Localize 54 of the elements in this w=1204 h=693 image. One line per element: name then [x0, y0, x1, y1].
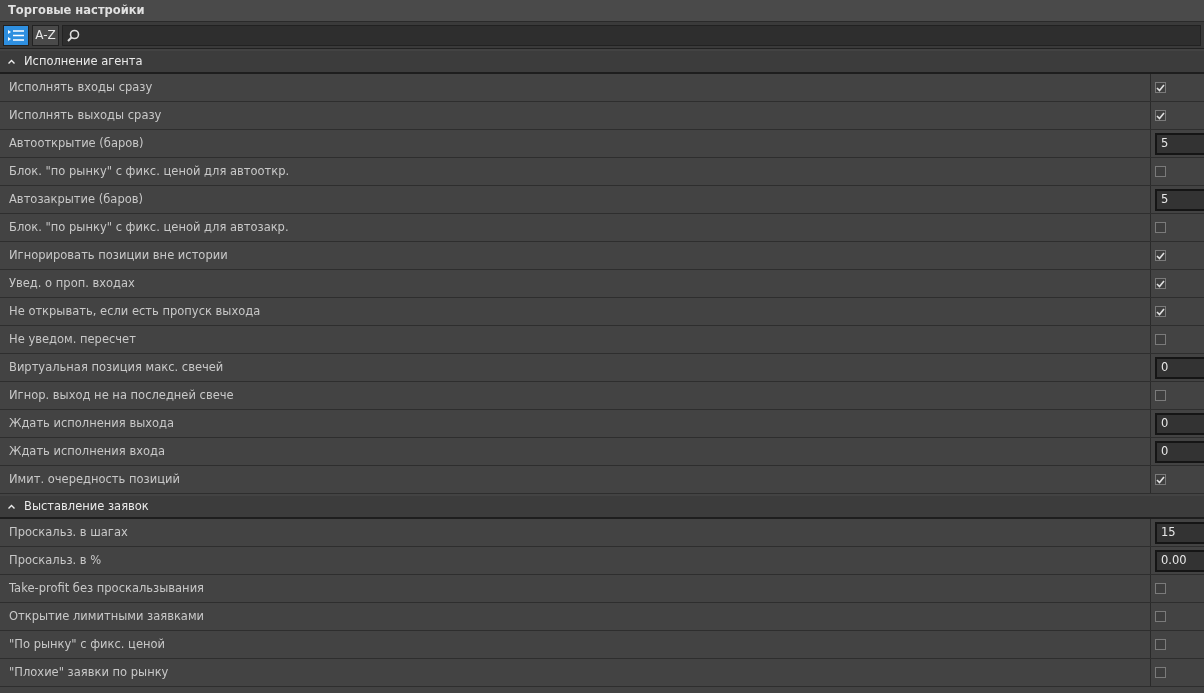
checkbox[interactable]: [1155, 611, 1166, 622]
setting-label: Проскальз. в %: [9, 551, 102, 569]
setting-label: "По рынку" с фикс. ценой: [9, 635, 166, 653]
setting-label: Ждать исполнения выхода: [9, 414, 175, 432]
setting-label: Открытие лимитными заявками: [9, 607, 205, 625]
alphabetical-sort-button[interactable]: A-Z: [32, 24, 59, 46]
search-field[interactable]: [62, 24, 1201, 46]
checkbox[interactable]: [1155, 250, 1166, 261]
collapse-icon: [8, 504, 15, 509]
setting-label: Не уведом. пересчет: [9, 330, 136, 348]
setting-label: Ждать исполнения входа: [9, 442, 165, 460]
list-icon: [7, 28, 25, 42]
setting-label: Исполнять выходы сразу: [9, 106, 162, 124]
checkbox[interactable]: [1155, 110, 1166, 121]
setting-label: Увед. о проп. входах: [9, 274, 135, 292]
checkbox[interactable]: [1155, 306, 1166, 317]
setting-label: Игнор. выход не на последней свече: [9, 386, 234, 404]
number-field[interactable]: 0: [1155, 412, 1204, 435]
section-header[interactable]: Исполнение агента: [0, 51, 1204, 74]
checkbox[interactable]: [1155, 278, 1166, 289]
setting-label: Проскальз. в шагах: [9, 523, 128, 541]
number-field[interactable]: 0: [1155, 356, 1204, 379]
setting-label: Имит. очередность позиций: [9, 470, 180, 488]
checkbox[interactable]: [1155, 334, 1166, 345]
setting-label: Виртуальная позиция макс. свечей: [9, 358, 224, 376]
setting-label: Игнорировать позиции вне истории: [9, 246, 228, 264]
number-field[interactable]: 0.00: [1155, 549, 1204, 572]
setting-label: Блок. "по рынку" с фикс. ценой для автооткр.: [9, 162, 290, 180]
checkbox[interactable]: [1155, 222, 1166, 233]
section-title: Исполнение агента: [24, 52, 143, 70]
setting-label: Автооткрытие (баров): [9, 134, 144, 152]
number-field[interactable]: 5: [1155, 132, 1204, 155]
checkbox[interactable]: [1155, 82, 1166, 93]
setting-label: Исполнять входы сразу: [9, 78, 153, 96]
search-icon: [67, 28, 80, 42]
number-field[interactable]: 15: [1155, 521, 1204, 544]
number-field[interactable]: 5: [1155, 188, 1204, 211]
checkbox[interactable]: [1155, 667, 1166, 678]
setting-label: Take-profit без проскальзывания: [9, 579, 205, 597]
checkbox[interactable]: [1155, 639, 1166, 650]
window-title: Торговые настройки: [8, 1, 145, 19]
section-header[interactable]: Выставление заявок: [0, 496, 1204, 519]
checkbox[interactable]: [1155, 166, 1166, 177]
setting-label: Не открывать, если есть пропуск выхода: [9, 302, 261, 320]
setting-label: Автозакрытие (баров): [9, 190, 143, 208]
checkbox[interactable]: [1155, 474, 1166, 485]
section-title: Выставление заявок: [24, 497, 149, 515]
number-field[interactable]: 0: [1155, 440, 1204, 463]
categorized-view-button[interactable]: [3, 24, 29, 46]
checkbox[interactable]: [1155, 390, 1166, 401]
checkbox[interactable]: [1155, 583, 1166, 594]
setting-label: Блок. "по рынку" с фикс. ценой для автозакр.: [9, 218, 289, 236]
setting-label: "Плохие" заявки по рынку: [9, 663, 169, 681]
collapse-icon: [8, 59, 15, 64]
